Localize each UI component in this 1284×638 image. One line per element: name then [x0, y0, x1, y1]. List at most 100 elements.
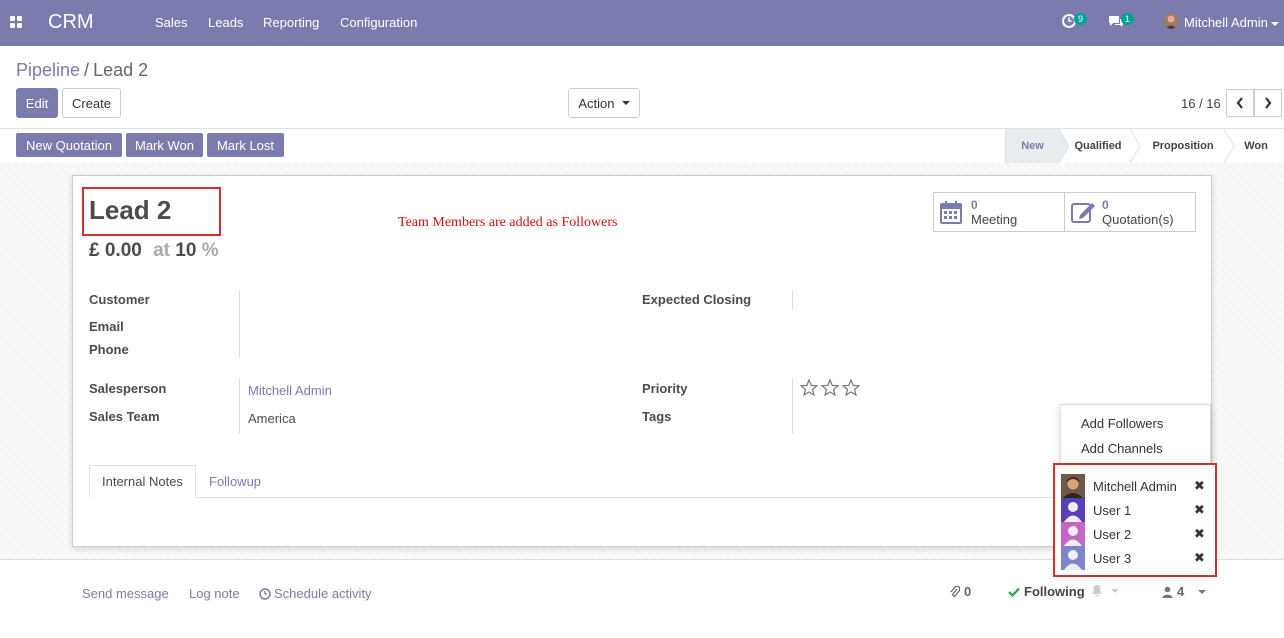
schedule-activity-label: Schedule activity	[274, 586, 372, 601]
phone-label: Phone	[89, 342, 129, 357]
probability-value: 10	[175, 240, 197, 261]
stage-separator-icon	[1130, 129, 1140, 163]
menu-configuration[interactable]: Configuration	[340, 15, 417, 30]
email-label: Email	[89, 319, 124, 334]
following-button[interactable]: Following	[1008, 584, 1085, 599]
pager-next-button[interactable]	[1254, 89, 1282, 117]
avatar	[1061, 522, 1085, 546]
check-icon	[1008, 587, 1020, 597]
breadcrumb-pipeline[interactable]: Pipeline	[16, 60, 80, 80]
stage-proposition[interactable]: Proposition	[1142, 129, 1224, 163]
add-channels-item[interactable]: Add Channels	[1081, 441, 1163, 456]
pager-previous-button[interactable]	[1226, 89, 1254, 117]
follower-item[interactable]: Mitchell Admin ✖	[1061, 474, 1211, 498]
action-dropdown-button[interactable]: Action	[568, 88, 640, 118]
email-field[interactable]	[248, 317, 608, 337]
user-icon	[1162, 586, 1173, 598]
add-followers-item[interactable]: Add Followers	[1081, 416, 1163, 431]
lead-title: Lead 2	[89, 195, 172, 225]
priority-stars	[800, 379, 860, 396]
pager-value[interactable]: 16 / 16	[1181, 96, 1221, 111]
statusbar: New Quotation Mark Won Mark Lost New Qua…	[0, 129, 1284, 163]
followers-caret-icon	[1198, 589, 1207, 594]
notifications-caret-icon	[1111, 588, 1119, 593]
stage-new[interactable]: New	[1005, 129, 1059, 163]
log-note-button[interactable]: Log note	[189, 586, 240, 601]
breadcrumb: Pipeline / Lead 2	[16, 60, 148, 81]
user-avatar[interactable]	[1163, 13, 1179, 29]
remove-follower-icon[interactable]: ✖	[1194, 526, 1205, 542]
meeting-smart-button[interactable]: 0 Meeting	[933, 192, 1065, 232]
follower-item[interactable]: User 2 ✖	[1061, 522, 1211, 546]
avatar	[1061, 546, 1085, 570]
sales-team-field[interactable]: America	[248, 411, 296, 426]
tab-followup[interactable]: Followup	[197, 465, 273, 498]
follower-item[interactable]: User 1 ✖	[1061, 498, 1211, 522]
apps-menu-icon[interactable]	[10, 16, 24, 30]
expected-revenue: £ 0.00 at 10 %	[89, 240, 219, 262]
attachments-button[interactable]: 0	[950, 584, 971, 599]
quotations-smart-button[interactable]: 0 Quotation(s)	[1064, 192, 1196, 232]
clock-icon	[259, 587, 271, 600]
bell-icon	[1092, 585, 1102, 597]
follower-name: User 2	[1093, 527, 1132, 542]
followers-count: 4	[1177, 584, 1185, 599]
schedule-activity-button[interactable]: Schedule activity	[259, 586, 372, 601]
edit-button[interactable]: Edit	[16, 88, 58, 118]
field-divider	[792, 378, 793, 434]
user-caret-icon	[1271, 21, 1280, 26]
salesperson-label: Salesperson	[89, 381, 167, 396]
avatar	[1061, 498, 1085, 522]
breadcrumb-current: Lead 2	[93, 60, 149, 80]
tab-internal-notes[interactable]: Internal Notes	[89, 465, 196, 498]
quotation-label: Quotation(s)	[1102, 212, 1174, 227]
menu-leads[interactable]: Leads	[208, 15, 243, 30]
notifications-button[interactable]	[1091, 584, 1119, 597]
create-button[interactable]: Create	[62, 88, 121, 118]
message-count-badge: 1	[1121, 13, 1135, 25]
field-divider	[792, 290, 793, 310]
menu-sales[interactable]: Sales	[155, 15, 188, 30]
following-label: Following	[1024, 584, 1085, 599]
salesperson-field[interactable]: Mitchell Admin	[248, 383, 332, 398]
expected-closing-field[interactable]	[800, 290, 1180, 310]
quotation-count: 0	[1102, 198, 1109, 212]
stage-won[interactable]: Won	[1236, 129, 1276, 163]
menu-reporting[interactable]: Reporting	[263, 15, 319, 30]
meeting-label: Meeting	[971, 212, 1018, 227]
priority-label: Priority	[642, 381, 688, 396]
user-name-label: Mitchell Admin	[1184, 15, 1268, 30]
customer-field[interactable]	[248, 290, 608, 310]
customer-label: Customer	[89, 292, 150, 307]
meeting-count: 0	[971, 198, 978, 212]
chevron-right-icon	[1265, 97, 1272, 109]
app-brand[interactable]: CRM	[48, 11, 94, 34]
priority-star-icon[interactable]	[800, 379, 818, 396]
percent-symbol: %	[201, 240, 219, 261]
mark-lost-button[interactable]: Mark Lost	[207, 133, 284, 157]
user-menu[interactable]: Mitchell Admin	[1184, 15, 1280, 30]
followers-button[interactable]: 4	[1162, 584, 1207, 599]
new-quotation-button[interactable]: New Quotation	[16, 133, 122, 157]
remove-follower-icon[interactable]: ✖	[1194, 550, 1205, 566]
remove-follower-icon[interactable]: ✖	[1194, 478, 1205, 494]
tags-field[interactable]	[800, 407, 1050, 427]
follower-item[interactable]: User 3 ✖	[1061, 546, 1211, 570]
priority-star-icon[interactable]	[842, 379, 860, 396]
mark-won-button[interactable]: Mark Won	[126, 133, 203, 157]
attachments-count: 0	[964, 584, 972, 599]
phone-field[interactable]	[248, 340, 608, 360]
stage-separator-icon	[1224, 129, 1234, 163]
edit-icon	[1071, 203, 1095, 223]
action-label: Action	[578, 95, 615, 111]
field-divider	[239, 290, 240, 358]
annotation-text: Team Members are added as Followers	[398, 215, 618, 230]
top-navbar: CRM Sales Leads Reporting Configuration …	[0, 0, 1284, 46]
remove-follower-icon[interactable]: ✖	[1194, 502, 1205, 518]
at-label: at	[153, 240, 171, 261]
field-divider	[239, 378, 240, 434]
sales-team-label: Sales Team	[89, 409, 160, 424]
stage-qualified[interactable]: Qualified	[1067, 129, 1129, 163]
send-message-button[interactable]: Send message	[82, 586, 169, 601]
priority-star-icon[interactable]	[821, 379, 839, 396]
